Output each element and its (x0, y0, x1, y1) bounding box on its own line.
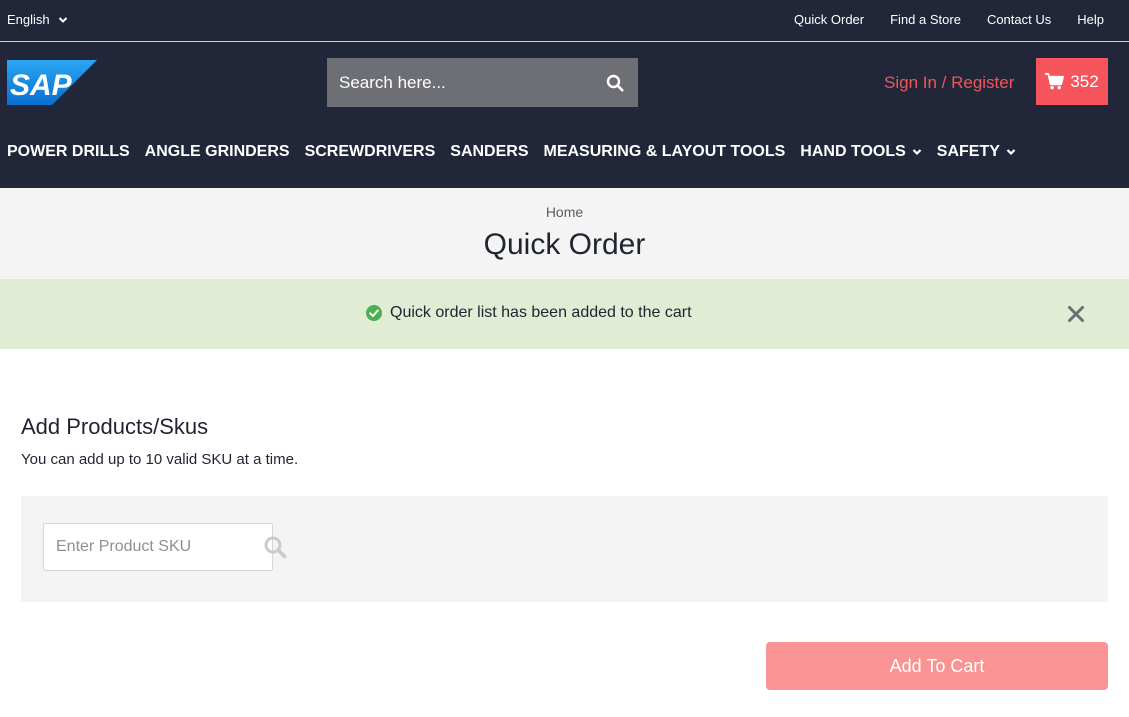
breadcrumb-home-link[interactable]: Home (546, 204, 583, 220)
mini-cart-button[interactable]: 352 (1036, 58, 1108, 105)
nav-item-angle-grinders[interactable]: ANGLE GRINDERS (145, 143, 290, 161)
chevron-down-icon (1006, 149, 1016, 156)
cart-icon (1045, 73, 1065, 90)
nav-item-sanders[interactable]: SANDERS (450, 143, 528, 161)
utility-links: Quick Order Find a Store Contact Us Help (794, 12, 1104, 27)
search-input[interactable] (327, 58, 592, 107)
search-button[interactable] (592, 74, 638, 92)
logo-text: SAP (10, 69, 73, 102)
contact-us-link[interactable]: Contact Us (987, 12, 1051, 27)
nav-label: SAFETY (936, 143, 1000, 160)
nav-item-power-drills[interactable]: POWER DRILLS (7, 143, 130, 161)
nav-label: SCREWDRIVERS (304, 143, 436, 160)
add-to-cart-button[interactable]: Add To Cart (766, 642, 1108, 690)
alert-text: Quick order list has been added to the c… (390, 304, 692, 321)
page-title-bar: Home Quick Order (0, 188, 1129, 279)
language-selector[interactable]: English (7, 12, 68, 27)
nav-item-hand-tools[interactable]: HAND TOOLS (800, 143, 922, 161)
sku-search-box (43, 523, 287, 571)
search-icon (264, 536, 287, 559)
help-link[interactable]: Help (1077, 12, 1104, 27)
top-utility-bar: English Quick Order Find a Store Contact… (0, 0, 1129, 42)
category-nav: POWER DRILLS ANGLE GRINDERS SCREWDRIVERS… (7, 143, 1016, 161)
sku-search-button[interactable] (263, 535, 287, 559)
section-subtitle: You can add up to 10 valid SKU at a time… (21, 451, 299, 468)
nav-item-measuring-layout-tools[interactable]: MEASURING & LAYOUT TOOLS (544, 143, 786, 161)
cart-count: 352 (1070, 71, 1099, 91)
nav-label: SANDERS (450, 143, 529, 160)
sku-entry-panel (21, 496, 1108, 602)
breadcrumb: Home (0, 204, 1129, 220)
page-title: Quick Order (483, 228, 646, 261)
nav-item-safety[interactable]: SAFETY (937, 143, 1016, 161)
nav-item-screwdrivers[interactable]: SCREWDRIVERS (305, 143, 436, 161)
search-icon (606, 74, 624, 92)
sign-in-register-link[interactable]: Sign In / Register (884, 73, 1014, 93)
alert-message: Quick order list has been added to the c… (366, 304, 692, 322)
section-title: Add Products/Skus (21, 414, 209, 439)
chevron-down-icon (58, 16, 67, 23)
close-icon[interactable] (1066, 304, 1086, 324)
quick-order-link[interactable]: Quick Order (794, 12, 864, 27)
find-store-link[interactable]: Find a Store (890, 12, 961, 27)
nav-label: POWER DRILLS (7, 143, 130, 160)
language-label: English (7, 12, 50, 27)
check-circle-icon (366, 305, 382, 321)
nav-label: ANGLE GRINDERS (144, 143, 290, 160)
success-alert: Quick order list has been added to the c… (0, 279, 1129, 349)
nav-label: MEASURING & LAYOUT TOOLS (543, 143, 786, 160)
chevron-down-icon (912, 149, 922, 156)
site-header: SAP Sign In / Register 352 POWER DRILLS … (0, 42, 1129, 188)
product-sku-input[interactable] (44, 524, 263, 570)
sap-logo[interactable]: SAP (7, 60, 97, 105)
nav-label: HAND TOOLS (800, 143, 906, 160)
site-search (327, 58, 638, 107)
